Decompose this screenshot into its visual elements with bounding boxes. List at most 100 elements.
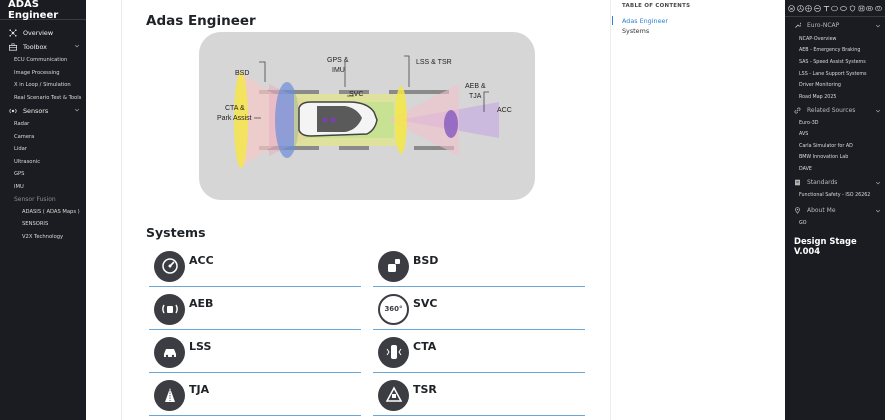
system-label: SVC [413,296,438,310]
site-brand[interactable]: ADAS Engineer [0,0,86,21]
system-card-cta[interactable]: CTA [373,332,585,373]
shield-logo-icon[interactable] [849,4,856,12]
sidebar-item-label: NCAP-Overview [799,37,837,42]
sidebar-item-euro-3d[interactable]: Euro-3D [785,118,885,129]
app-page: ADAS Engineer Overview Toolbox ECU Commu… [0,0,885,420]
cta-icon [378,336,409,368]
chevron-down-icon[interactable] [74,107,80,113]
toc-heading: TABLE OF CONTENTS [622,3,691,9]
sidebar-item-x-in-loop[interactable]: X in Loop / Simulation [0,79,86,92]
sidebar-group-label: Standards [807,179,838,186]
sidebar-group-euro-ncap[interactable]: Euro-NCAP [785,20,885,31]
sidebar-item-go[interactable]: GO [785,218,885,229]
sidebar-item-sas[interactable]: SAS - Speed Assist Systems [785,57,885,68]
sidebar-item-label: Camera [14,133,35,140]
design-stage-label: Design Stage V.004 [794,236,857,256]
main-content: Adas Engineer BSD GPS & IMU LSS & TSR SV… [121,0,611,420]
ford-logo-icon[interactable] [840,5,848,12]
system-card-tsr[interactable]: TSR [373,375,585,416]
chevron-down-icon[interactable] [875,180,881,186]
toyota-logo-icon[interactable] [875,5,882,12]
bsd-icon [378,250,409,282]
front-purple-zone [444,110,458,138]
sidebar-item-label: Toolbox [23,43,47,51]
sidebar-item-sensor-fusion[interactable]: Sensor Fusion [0,193,86,206]
sidebar-item-real-scenario[interactable]: Real Scenario Test & Tools [0,92,86,105]
sidebar-item-aeb[interactable]: AEB - Emergency Braking [785,45,885,56]
tesla-logo-icon[interactable] [823,5,830,12]
table-of-contents: TABLE OF CONTENTS Adas Engineer Systems [612,0,782,420]
sidebar-group-about-me[interactable]: About Me [785,205,885,216]
sidebar-item-ncap-overview[interactable]: NCAP-Overview [785,34,885,45]
lexus-logo-icon[interactable] [831,5,839,12]
sidebar-item-overview[interactable]: Overview [0,26,86,40]
sidebar-item-image-processing[interactable]: Image Processing [0,67,86,80]
tsr-icon [378,379,409,411]
svc-360-icon: 360° [378,293,409,325]
brand-logo-bar [785,0,885,17]
system-card-svc[interactable]: 360° SVC [373,289,585,330]
sidebar-item-ecu-communication[interactable]: ECU Communication [0,54,86,67]
sidebar-item-lidar[interactable]: Lidar [0,143,86,156]
sidebar-item-ultrasonic[interactable]: Ultrasonic [0,156,86,169]
sidebar-item-label: AEB - Emergency Braking [799,48,861,53]
mercedes-logo-icon[interactable] [796,4,804,12]
sidebar-item-label: Ultrasonic [14,158,41,165]
sidebar-item-label: GPS [14,171,25,178]
label-bsd: BSD [235,70,249,77]
system-card-bsd[interactable]: BSD [373,246,585,287]
system-label: LSS [189,339,212,353]
toc-item-adas-engineer[interactable]: Adas Engineer [622,17,668,25]
honda-logo-icon[interactable] [858,5,865,12]
left-nav: Overview Toolbox ECU Communication Image… [0,20,86,243]
acc-icon [154,250,185,282]
sidebar-group-standards[interactable]: Standards [785,177,885,188]
sidebar-item-v2x[interactable]: V2X Technology [0,231,86,244]
hyundai-logo-icon[interactable] [866,5,874,12]
sidebar-item-adasis[interactable]: ADASIS ( ADAS Maps ) [0,206,86,219]
sidebar-item-label: Sensors [23,107,49,115]
chevron-down-icon[interactable] [875,23,881,29]
sidebar-group-related-sources[interactable]: Related Sources [785,105,885,116]
sidebar-item-radar[interactable]: Radar [0,118,86,131]
system-card-aeb[interactable]: AEB [149,289,361,330]
car-icon [298,101,378,137]
sidebar-item-driver-monitoring[interactable]: Driver Monitoring [785,80,885,91]
vw-logo-icon[interactable] [788,4,795,12]
adas-sensor-diagram: BSD GPS & IMU LSS & TSR SVC AEB & TJA AC… [199,32,535,200]
sidebar-item-sensors[interactable]: Sensors [0,104,86,118]
system-label: CTA [413,339,437,353]
sidebar-item-camera[interactable]: Camera [0,131,86,144]
sidebar-item-iso-26262[interactable]: Functional Safety - ISO 26262 [785,190,885,201]
tja-icon [154,379,185,411]
sidebar-item-road-map[interactable]: Road Map 2025 [785,92,885,103]
sidebar-item-imu[interactable]: IMU [0,181,86,194]
sidebar-item-carla[interactable]: Carla Simulator for AD [785,141,885,152]
toc-item-systems[interactable]: Systems [622,27,649,35]
sidebar-item-toolbox[interactable]: Toolbox [0,40,86,54]
page-title: Adas Engineer [146,13,256,29]
system-card-tja[interactable]: TJA [149,375,361,416]
bmw-logo-icon[interactable] [805,4,813,12]
sensor-coverage-illustration: BSD GPS & IMU LSS & TSR SVC AEB & TJA AC… [217,55,512,168]
label-svc: SVC [349,91,363,98]
sidebar-item-gps[interactable]: GPS [0,168,86,181]
system-card-acc[interactable]: ACC [149,246,361,287]
section-title-systems: Systems [146,225,206,240]
opel-logo-icon[interactable] [814,4,821,12]
sidebar-item-avs[interactable]: AVS [785,129,885,140]
chevron-down-icon[interactable] [74,43,80,49]
sensors-icon [9,107,17,115]
chevron-down-icon[interactable] [875,208,881,214]
document-icon [794,179,801,186]
sidebar-group-label: Related Sources [807,107,856,114]
system-card-lss[interactable]: LSS [149,332,361,373]
sidebar-item-sensoris[interactable]: SENSORIS [0,218,86,231]
sidebar-item-label: Sensor Fusion [14,195,56,203]
chevron-down-icon[interactable] [875,108,881,114]
front-yellow-zone [395,86,407,154]
label-tja: TJA [469,93,482,100]
sidebar-item-dave[interactable]: DAVE [785,164,885,175]
sidebar-item-lss[interactable]: LSS - Lane Support Systems [785,69,885,80]
sidebar-item-bmw-lab[interactable]: BMW Innovation Lab [785,152,885,163]
